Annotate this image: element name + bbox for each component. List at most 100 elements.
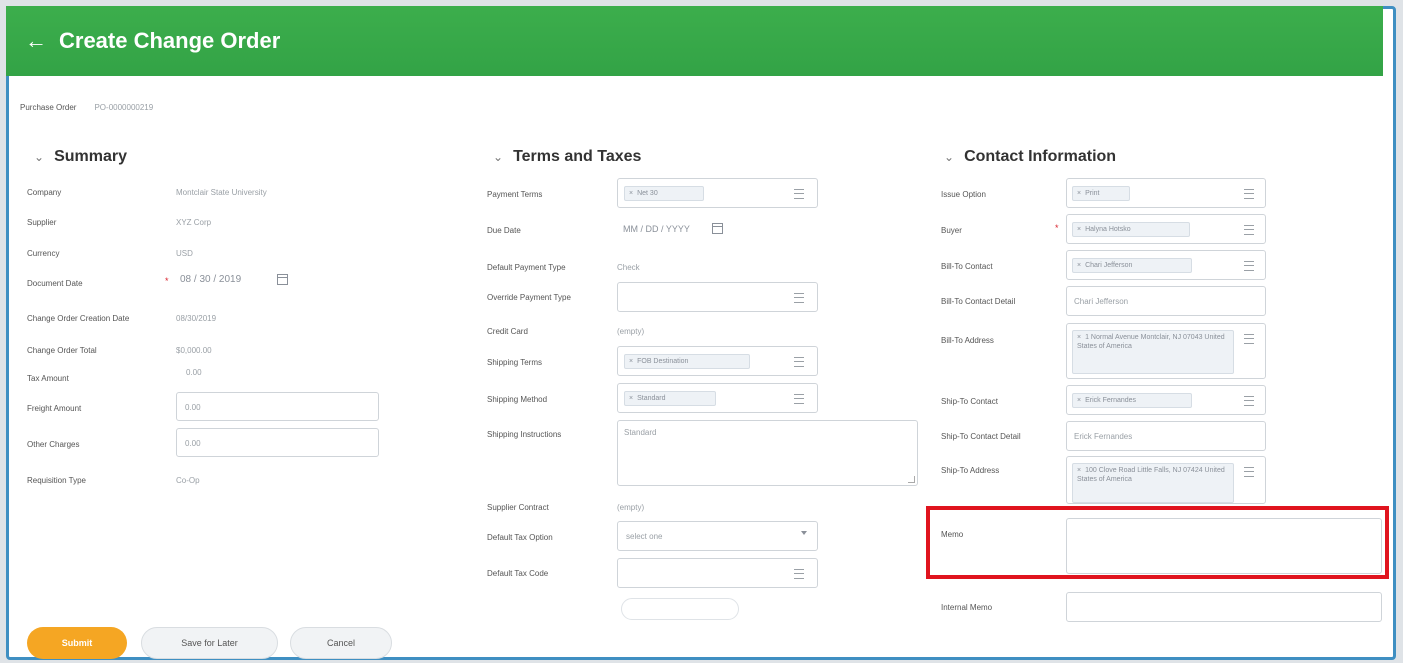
save-for-later-button[interactable]: Save for Later <box>141 627 278 659</box>
requisition-type-label: Requisition Type <box>27 476 86 485</box>
buyer-field[interactable]: × Halyna Hotsko <box>1066 214 1266 244</box>
required-marker: * <box>1055 223 1059 233</box>
credit-card-label: Credit Card <box>487 327 528 336</box>
list-menu-icon[interactable] <box>794 293 804 303</box>
issue-option-label: Issue Option <box>941 190 986 199</box>
ship-to-address-pill[interactable]: × 100 Clove Road Little Falls, NJ 07424 U… <box>1072 463 1234 503</box>
chevron-down-icon: ⌄ <box>493 150 504 164</box>
bill-to-contact-pill[interactable]: × Chari Jefferson <box>1072 258 1192 273</box>
issue-option-pill[interactable]: × Print <box>1072 186 1130 201</box>
contact-section-header[interactable]: ⌄ Contact Information <box>944 148 1116 166</box>
bill-to-address-value: 1 Normal Avenue Montclair, NJ 07043 Unit… <box>1077 334 1225 350</box>
bill-to-contact-value: Chari Jefferson <box>1085 262 1133 269</box>
chevron-down-icon: ⌄ <box>944 150 955 164</box>
ship-to-contact-detail-value: Erick Fernandes <box>1074 432 1133 441</box>
remove-icon[interactable]: × <box>629 358 633 365</box>
summary-section-header[interactable]: ⌄ Summary <box>34 148 127 166</box>
credit-card-value: (empty) <box>617 327 645 336</box>
ship-to-contact-pill[interactable]: × Erick Fernandes <box>1072 393 1192 408</box>
list-menu-icon[interactable] <box>1244 261 1254 271</box>
required-marker: * <box>165 276 169 286</box>
remove-icon[interactable]: × <box>1077 467 1081 474</box>
page-header: ← Create Change Order <box>6 6 1383 76</box>
purchase-order-value[interactable]: PO-0000000219 <box>94 103 153 112</box>
bill-to-contact-label: Bill-To Contact <box>941 262 993 271</box>
list-menu-icon[interactable] <box>1244 467 1254 477</box>
list-menu-icon[interactable] <box>1244 396 1254 406</box>
terms-title: Terms and Taxes <box>513 148 642 165</box>
list-menu-icon[interactable] <box>794 357 804 367</box>
list-menu-icon[interactable] <box>794 569 804 579</box>
override-payment-type-label: Override Payment Type <box>487 293 571 302</box>
other-charges-label: Other Charges <box>27 440 80 449</box>
cancel-button[interactable]: Cancel <box>290 627 392 659</box>
ship-to-address-field[interactable]: × 100 Clove Road Little Falls, NJ 07424 U… <box>1066 456 1266 504</box>
list-menu-icon[interactable] <box>794 189 804 199</box>
list-menu-icon[interactable] <box>794 394 804 404</box>
shipping-terms-field[interactable]: × FOB Destination <box>617 346 818 376</box>
contact-title: Contact Information <box>964 148 1117 165</box>
payment-terms-field[interactable]: × Net 30 <box>617 178 818 208</box>
remove-icon[interactable]: × <box>629 395 633 402</box>
remove-icon[interactable]: × <box>629 190 633 197</box>
remove-icon[interactable]: × <box>1077 397 1081 404</box>
bill-to-contact-detail-input[interactable]: Chari Jefferson <box>1066 286 1266 316</box>
purchase-order-label: Purchase Order <box>20 103 77 112</box>
default-tax-option-select[interactable]: select one <box>617 521 818 551</box>
requisition-type-value: Co-Op <box>176 476 200 485</box>
ship-to-contact-detail-input[interactable]: Erick Fernandes <box>1066 421 1266 451</box>
document-date-label: Document Date <box>27 279 83 288</box>
purchase-order-row: Purchase Order PO-0000000219 <box>20 103 153 112</box>
remove-icon[interactable]: × <box>1077 334 1081 341</box>
ship-to-contact-label: Ship-To Contact <box>941 397 998 406</box>
buyer-pill[interactable]: × Halyna Hotsko <box>1072 222 1190 237</box>
freight-amount-label: Freight Amount <box>27 404 82 413</box>
shipping-method-value: Standard <box>637 395 666 402</box>
default-tax-code-field[interactable] <box>617 558 818 588</box>
calendar-icon[interactable] <box>712 223 723 234</box>
shipping-terms-label: Shipping Terms <box>487 358 542 367</box>
other-charges-input[interactable]: 0.00 <box>176 428 379 457</box>
shipping-method-pill[interactable]: × Standard <box>624 391 716 406</box>
override-payment-type-field[interactable] <box>617 282 818 312</box>
payment-terms-pill[interactable]: × Net 30 <box>624 186 704 201</box>
document-date-value: 08 / 30 / 2019 <box>180 274 242 285</box>
bill-to-contact-detail-value: Chari Jefferson <box>1074 297 1129 306</box>
back-arrow-icon[interactable]: ← <box>25 28 47 54</box>
bill-to-address-field[interactable]: × 1 Normal Avenue Montclair, NJ 07043 Uni… <box>1066 323 1266 379</box>
issue-option-field[interactable]: × Print <box>1066 178 1266 208</box>
remove-icon[interactable]: × <box>1077 262 1081 269</box>
shipping-instructions-textarea[interactable]: Standard <box>617 420 918 486</box>
freight-amount-input[interactable]: 0.00 <box>176 392 379 421</box>
internal-memo-textarea[interactable] <box>1066 592 1382 622</box>
change-order-total-value: $0,000.00 <box>176 346 212 355</box>
buyer-label: Buyer <box>941 226 962 235</box>
bill-to-address-pill[interactable]: × 1 Normal Avenue Montclair, NJ 07043 Uni… <box>1072 330 1234 374</box>
calendar-icon[interactable] <box>277 274 288 285</box>
ship-to-address-label: Ship-To Address <box>941 466 1000 475</box>
memo-highlight-box <box>926 506 1389 579</box>
document-date-field[interactable]: 08 / 30 / 2019 <box>176 266 294 294</box>
remove-icon[interactable]: × <box>1077 226 1081 233</box>
supplier-contract-value: (empty) <box>617 503 645 512</box>
currency-label: Currency <box>27 249 60 258</box>
resize-handle-icon[interactable] <box>908 476 915 483</box>
partial-button[interactable] <box>621 598 739 620</box>
shipping-terms-pill[interactable]: × FOB Destination <box>624 354 750 369</box>
shipping-method-field[interactable]: × Standard <box>617 383 818 413</box>
due-date-field[interactable]: MM / DD / YYYY <box>617 214 747 244</box>
list-menu-icon[interactable] <box>1244 189 1254 199</box>
ship-to-contact-value: Erick Fernandes <box>1085 397 1137 404</box>
default-payment-type-label: Default Payment Type <box>487 263 566 272</box>
list-menu-icon[interactable] <box>1244 225 1254 235</box>
summary-title: Summary <box>54 148 127 165</box>
remove-icon[interactable]: × <box>1077 190 1081 197</box>
shipping-instructions-label: Shipping Instructions <box>487 430 562 439</box>
submit-button[interactable]: Submit <box>27 627 127 659</box>
bill-to-contact-field[interactable]: × Chari Jefferson <box>1066 250 1266 280</box>
terms-section-header[interactable]: ⌄ Terms and Taxes <box>493 148 641 166</box>
shipping-method-label: Shipping Method <box>487 395 548 404</box>
default-tax-code-label: Default Tax Code <box>487 569 549 578</box>
list-menu-icon[interactable] <box>1244 334 1254 344</box>
ship-to-contact-field[interactable]: × Erick Fernandes <box>1066 385 1266 415</box>
